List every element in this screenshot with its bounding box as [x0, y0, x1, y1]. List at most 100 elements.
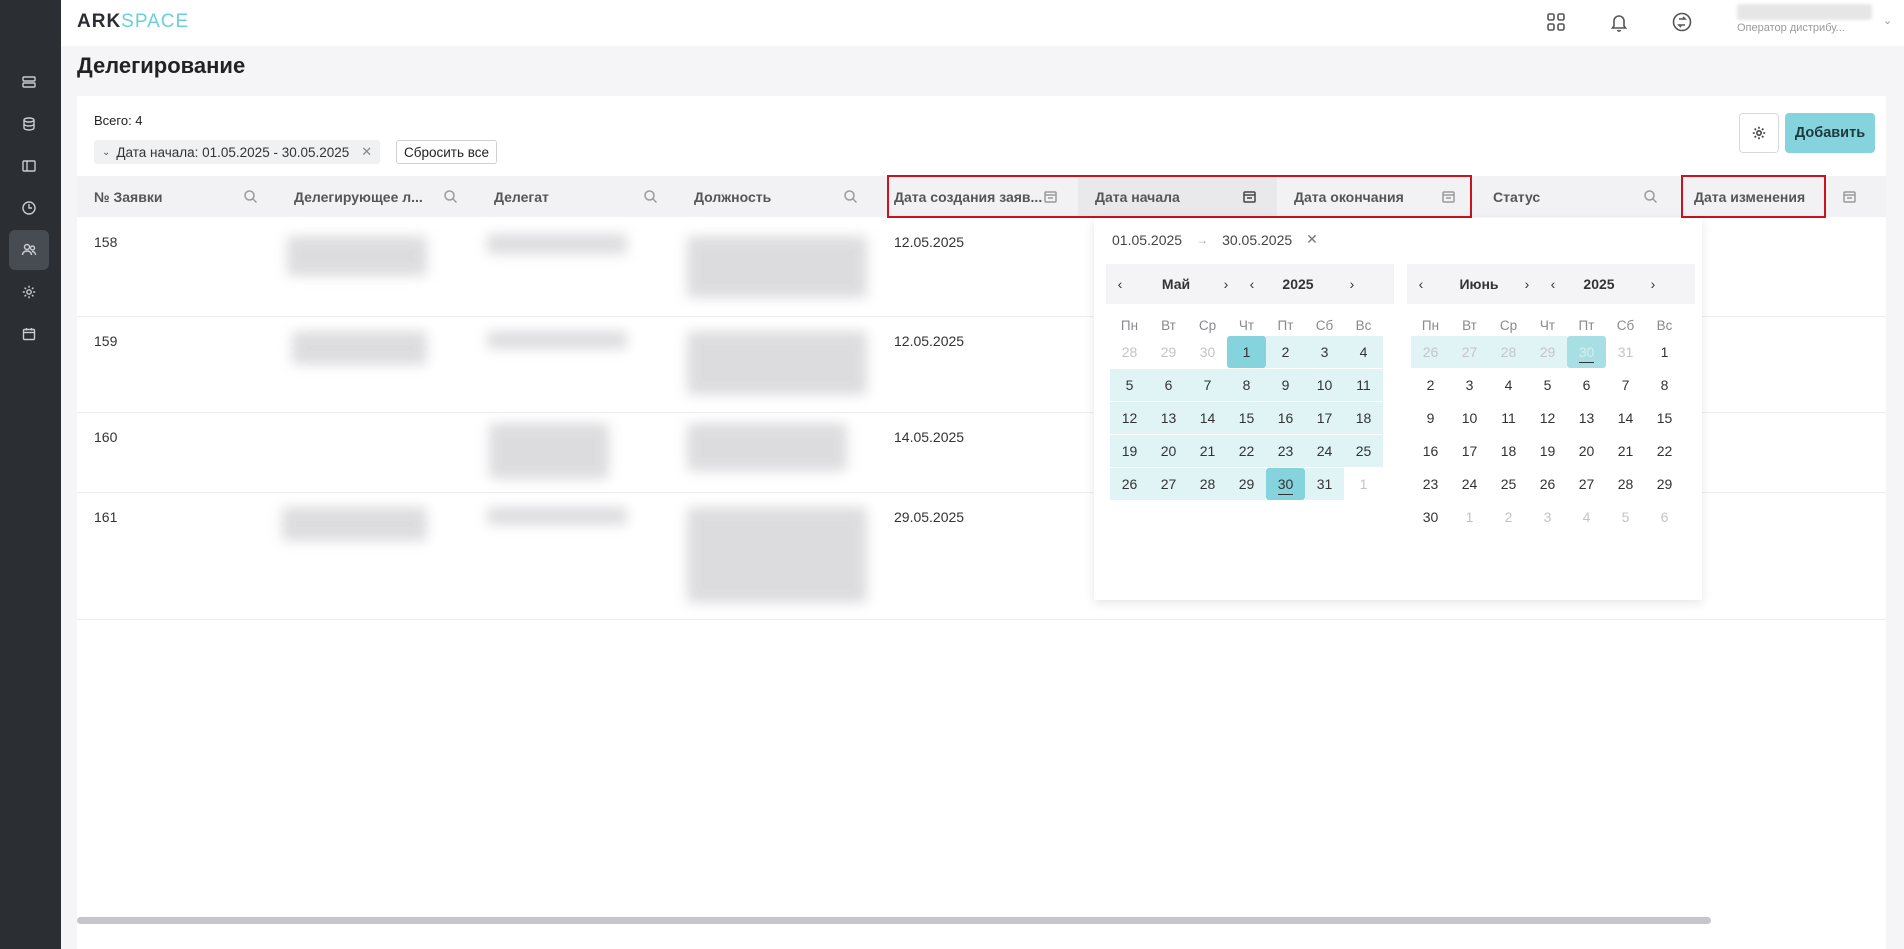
may-day-cell[interactable]: 9 — [1266, 369, 1305, 401]
may-day-cell[interactable]: 28 — [1188, 468, 1227, 500]
may-day-cell[interactable]: 20 — [1149, 435, 1188, 467]
calendar-icon[interactable] — [1043, 189, 1058, 204]
may-day-cell[interactable]: 28 — [1110, 336, 1149, 368]
range-to-input[interactable]: 30.05.2025 — [1222, 232, 1292, 248]
may-day-cell[interactable]: 23 — [1266, 435, 1305, 467]
clear-icon[interactable]: ✕ — [1306, 231, 1318, 248]
june-day-cell[interactable]: 30 — [1567, 336, 1606, 368]
june-day-cell[interactable]: 10 — [1450, 402, 1489, 434]
prev-year-button[interactable]: ‹ — [1541, 264, 1565, 304]
june-day-cell[interactable]: 30 — [1411, 501, 1450, 533]
may-day-cell[interactable]: 8 — [1227, 369, 1266, 401]
june-day-cell[interactable]: 19 — [1528, 435, 1567, 467]
horizontal-scrollbar[interactable] — [77, 917, 1711, 924]
may-day-cell[interactable]: 27 — [1149, 468, 1188, 500]
june-day-cell[interactable]: 16 — [1411, 435, 1450, 467]
may-day-cell[interactable]: 1 — [1227, 336, 1266, 368]
june-day-cell[interactable]: 6 — [1645, 501, 1684, 533]
may-day-cell[interactable]: 24 — [1305, 435, 1344, 467]
june-day-cell[interactable]: 23 — [1411, 468, 1450, 500]
june-day-cell[interactable]: 11 — [1489, 402, 1528, 434]
june-day-cell[interactable]: 27 — [1567, 468, 1606, 500]
filter-chip[interactable]: ⌄ Дата начала: 01.05.2025 - 30.05.2025 ✕ — [94, 140, 381, 164]
sidebar-item-history[interactable] — [9, 188, 49, 228]
right-year-label[interactable]: 2025 — [1567, 264, 1631, 304]
sidebar-item-calendar[interactable] — [9, 314, 49, 354]
june-day-cell[interactable]: 3 — [1450, 369, 1489, 401]
june-day-cell[interactable]: 26 — [1528, 468, 1567, 500]
june-day-cell[interactable]: 18 — [1489, 435, 1528, 467]
calendar-icon[interactable] — [1242, 189, 1257, 204]
add-button[interactable]: Добавить — [1785, 113, 1875, 153]
may-day-cell[interactable]: 19 — [1110, 435, 1149, 467]
june-day-cell[interactable]: 20 — [1567, 435, 1606, 467]
june-day-cell[interactable]: 7 — [1606, 369, 1645, 401]
next-year-button[interactable]: › — [1340, 264, 1364, 304]
june-day-cell[interactable]: 9 — [1411, 402, 1450, 434]
prev-year-button[interactable]: ‹ — [1240, 264, 1264, 304]
june-day-cell[interactable]: 13 — [1567, 402, 1606, 434]
june-day-cell[interactable]: 5 — [1606, 501, 1645, 533]
may-day-cell[interactable]: 25 — [1344, 435, 1383, 467]
may-day-cell[interactable]: 26 — [1110, 468, 1149, 500]
may-day-cell[interactable]: 7 — [1188, 369, 1227, 401]
sidebar-item-database[interactable] — [9, 104, 49, 144]
june-day-cell[interactable]: 28 — [1489, 336, 1528, 368]
may-day-cell[interactable]: 2 — [1266, 336, 1305, 368]
may-day-cell[interactable]: 5 — [1110, 369, 1149, 401]
june-day-cell[interactable]: 26 — [1411, 336, 1450, 368]
search-icon[interactable] — [443, 189, 458, 204]
close-icon[interactable]: ✕ — [361, 144, 372, 160]
may-day-cell[interactable]: 3 — [1305, 336, 1344, 368]
table-settings-button[interactable] — [1739, 113, 1779, 153]
june-day-cell[interactable]: 28 — [1606, 468, 1645, 500]
may-day-cell[interactable]: 18 — [1344, 402, 1383, 434]
next-month-button[interactable]: › — [1214, 264, 1238, 304]
june-day-cell[interactable]: 1 — [1645, 336, 1684, 368]
may-day-cell[interactable]: 21 — [1188, 435, 1227, 467]
june-day-cell[interactable]: 31 — [1606, 336, 1645, 368]
sidebar-item-requests[interactable] — [9, 62, 49, 102]
may-day-cell[interactable]: 13 — [1149, 402, 1188, 434]
apps-button[interactable] — [1543, 9, 1569, 35]
june-day-cell[interactable]: 14 — [1606, 402, 1645, 434]
reset-all-button[interactable]: Сбросить все — [396, 140, 498, 164]
june-day-cell[interactable]: 6 — [1567, 369, 1606, 401]
may-day-cell[interactable]: 14 — [1188, 402, 1227, 434]
left-month-label[interactable]: Май — [1146, 264, 1206, 304]
june-day-cell[interactable]: 17 — [1450, 435, 1489, 467]
switch-button[interactable] — [1669, 9, 1695, 35]
june-day-cell[interactable]: 2 — [1411, 369, 1450, 401]
left-year-label[interactable]: 2025 — [1266, 264, 1330, 304]
prev-month-button[interactable]: ‹ — [1108, 264, 1132, 304]
may-day-cell[interactable]: 1 — [1344, 468, 1383, 500]
calendar-icon[interactable] — [1842, 189, 1857, 204]
june-day-cell[interactable]: 8 — [1645, 369, 1684, 401]
may-day-cell[interactable]: 16 — [1266, 402, 1305, 434]
may-day-cell[interactable]: 30 — [1188, 336, 1227, 368]
june-day-cell[interactable]: 22 — [1645, 435, 1684, 467]
may-day-cell[interactable]: 22 — [1227, 435, 1266, 467]
may-day-cell[interactable]: 4 — [1344, 336, 1383, 368]
sidebar-item-settings[interactable] — [9, 272, 49, 312]
next-month-button[interactable]: › — [1515, 264, 1539, 304]
may-day-cell[interactable]: 31 — [1305, 468, 1344, 500]
may-day-cell[interactable]: 30 — [1266, 468, 1305, 500]
june-day-cell[interactable]: 12 — [1528, 402, 1567, 434]
may-day-cell[interactable]: 29 — [1149, 336, 1188, 368]
search-icon[interactable] — [1643, 189, 1658, 204]
range-from-input[interactable]: 01.05.2025 — [1112, 232, 1182, 248]
may-day-cell[interactable]: 6 — [1149, 369, 1188, 401]
right-month-label[interactable]: Июнь — [1447, 264, 1511, 304]
june-day-cell[interactable]: 21 — [1606, 435, 1645, 467]
june-day-cell[interactable]: 29 — [1528, 336, 1567, 368]
app-logo[interactable]: ARKSPACE — [77, 11, 189, 33]
june-day-cell[interactable]: 5 — [1528, 369, 1567, 401]
june-day-cell[interactable]: 15 — [1645, 402, 1684, 434]
may-day-cell[interactable]: 12 — [1110, 402, 1149, 434]
may-day-cell[interactable]: 17 — [1305, 402, 1344, 434]
june-day-cell[interactable]: 29 — [1645, 468, 1684, 500]
june-day-cell[interactable]: 2 — [1489, 501, 1528, 533]
june-day-cell[interactable]: 1 — [1450, 501, 1489, 533]
june-day-cell[interactable]: 25 — [1489, 468, 1528, 500]
